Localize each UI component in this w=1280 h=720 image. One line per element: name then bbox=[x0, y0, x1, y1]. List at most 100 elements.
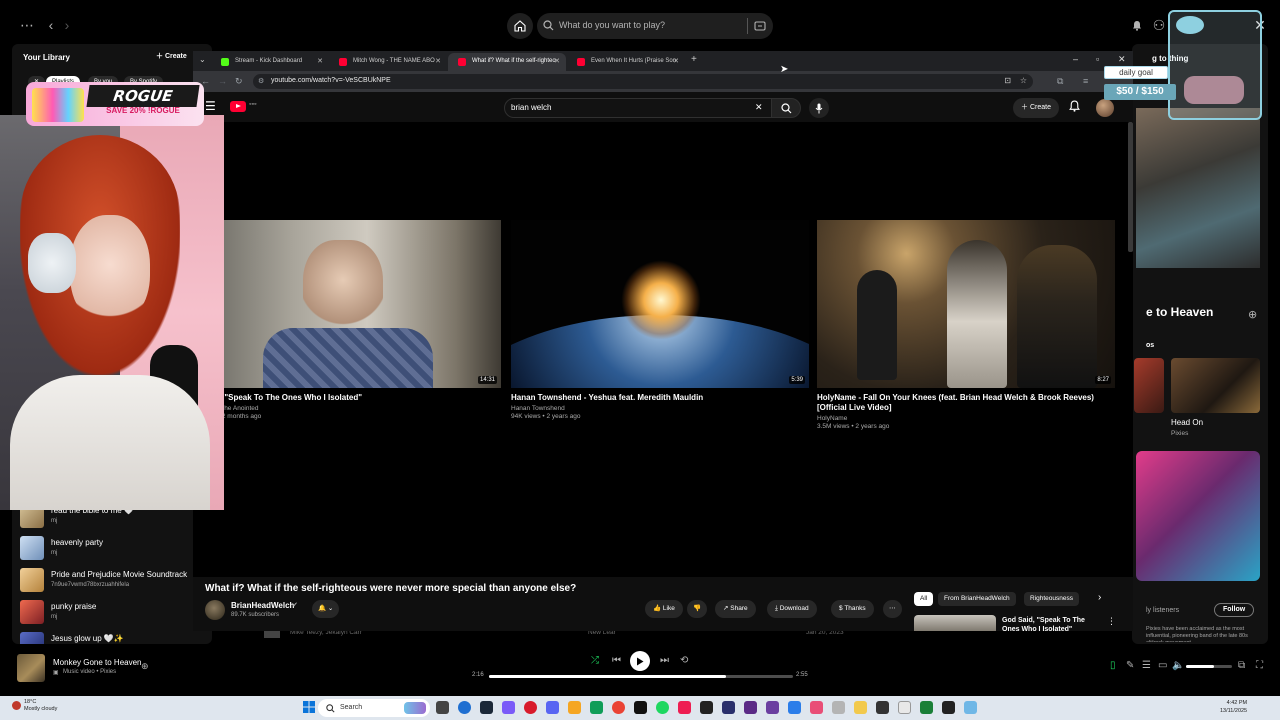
folder-icon[interactable] bbox=[568, 701, 581, 714]
site-info-icon[interactable]: ⚙ bbox=[258, 77, 264, 85]
youtube-logo[interactable] bbox=[230, 101, 246, 112]
previous-icon[interactable]: ⏮ bbox=[612, 655, 621, 666]
related-video-thumb[interactable] bbox=[1171, 358, 1260, 413]
app-icon[interactable] bbox=[744, 701, 757, 714]
chip-from-channel[interactable]: From BrianHeadWelch bbox=[938, 592, 1016, 606]
steam-icon[interactable] bbox=[480, 701, 493, 714]
notifications-icon[interactable] bbox=[1127, 15, 1147, 35]
end-screen-card[interactable]: 14:31 Said, "Speak To The Ones Who I Iso… bbox=[203, 220, 501, 420]
shuffle-icon[interactable]: ⤮ bbox=[591, 655, 599, 666]
subscription-bell-button[interactable]: 🔔 ⌄ bbox=[312, 600, 340, 618]
more-actions-button[interactable]: ⋯ bbox=[883, 600, 902, 618]
close-tab-icon[interactable]: ✕ bbox=[554, 57, 560, 65]
thanks-button[interactable]: $ Thanks bbox=[831, 600, 874, 618]
miniplayer-icon[interactable]: ⧉ bbox=[1238, 660, 1245, 671]
channel-avatar[interactable] bbox=[205, 600, 225, 620]
app-icon[interactable] bbox=[964, 701, 977, 714]
task-view-icon[interactable] bbox=[436, 701, 449, 714]
close-tab-icon[interactable]: ✕ bbox=[435, 57, 441, 65]
end-screen-card[interactable]: 8:27 HolyName - Fall On Your Knees (feat… bbox=[817, 220, 1115, 430]
end-screen-card[interactable]: 5:39 Hanan Townshend - Yeshua feat. Mere… bbox=[511, 220, 809, 420]
fullscreen-icon[interactable]: ⛶ bbox=[1256, 660, 1263, 671]
new-tab-icon[interactable]: + bbox=[691, 54, 697, 65]
menu-icon[interactable]: ☰ bbox=[205, 99, 216, 113]
repeat-icon[interactable]: ⟲ bbox=[680, 655, 688, 666]
app-icon[interactable] bbox=[920, 701, 933, 714]
reload-icon[interactable]: ↻ bbox=[235, 76, 243, 87]
app-icon[interactable] bbox=[876, 701, 889, 714]
tab-kick-dashboard[interactable]: Stream - Kick Dashboard ✕ bbox=[211, 53, 329, 71]
extensions-icon[interactable]: ⧉ bbox=[1057, 76, 1063, 87]
system-clock[interactable]: 4:42 PM 13/11/2025 bbox=[1220, 699, 1247, 715]
tiktok-icon[interactable] bbox=[678, 701, 691, 714]
home-button[interactable] bbox=[507, 13, 533, 39]
more-icon[interactable]: ⋯ bbox=[17, 15, 37, 35]
suggested-video-thumb[interactable] bbox=[914, 615, 996, 631]
library-item[interactable]: Pride and Prejudice Movie Soundtrack 7n9… bbox=[20, 566, 210, 594]
follow-button[interactable]: Follow bbox=[1214, 603, 1255, 617]
bookmark-icon[interactable]: ☆ bbox=[1020, 76, 1027, 85]
vscode-icon[interactable] bbox=[788, 701, 801, 714]
chip-righteousness[interactable]: Righteousness bbox=[1024, 592, 1079, 606]
tab-search-icon[interactable]: ⌄ bbox=[199, 55, 206, 64]
like-button[interactable]: 👍 Like bbox=[645, 600, 683, 618]
queue-icon[interactable]: ☰ bbox=[1142, 660, 1151, 671]
app-icon[interactable] bbox=[832, 701, 845, 714]
download-button[interactable]: ⤓ Download bbox=[767, 600, 817, 618]
maximize-icon[interactable]: ▫ bbox=[1096, 54, 1099, 64]
page-scrollbar[interactable] bbox=[1128, 122, 1133, 252]
app-icon[interactable] bbox=[590, 701, 603, 714]
add-to-liked-icon[interactable]: ⊕ bbox=[141, 661, 149, 672]
start-button[interactable] bbox=[303, 701, 315, 713]
edge-icon[interactable] bbox=[458, 701, 471, 714]
obs-icon[interactable] bbox=[524, 701, 537, 714]
play-button[interactable] bbox=[630, 651, 650, 671]
tab-mitch-wong[interactable]: Mitch Wong - THE NAME ABO ✕ bbox=[329, 53, 447, 71]
now-playing-view-icon[interactable]: ▯ bbox=[1110, 660, 1116, 671]
reading-list-icon[interactable]: ≡ bbox=[1083, 76, 1088, 86]
library-create-button[interactable]: ＋ Create bbox=[150, 50, 193, 64]
voice-search-button[interactable] bbox=[809, 98, 829, 118]
now-playing-cover[interactable] bbox=[17, 654, 45, 682]
youtube-create-button[interactable]: ＋ Create bbox=[1013, 98, 1059, 118]
tab-what-if[interactable]: What if? What if the self-righteo ✕ bbox=[448, 53, 566, 71]
app-icon[interactable] bbox=[942, 701, 955, 714]
url-input[interactable]: ⚙ youtube.com/watch?v=-VeSCBUkNPE ⊡ ☆ bbox=[253, 74, 1033, 89]
chip-all[interactable]: All bbox=[914, 592, 934, 606]
suggested-video-menu-icon[interactable]: ⋮ bbox=[1107, 616, 1116, 627]
lyrics-icon[interactable]: ✎ bbox=[1126, 660, 1134, 671]
next-icon[interactable]: ⏭ bbox=[660, 655, 669, 666]
app-icon[interactable] bbox=[766, 701, 779, 714]
youtube-search-input[interactable]: brian welch ✕ bbox=[504, 98, 787, 118]
browse-icon[interactable] bbox=[754, 20, 766, 32]
add-to-playlist-icon[interactable]: ⊕ bbox=[1248, 308, 1257, 321]
dislike-button[interactable]: 👎 bbox=[687, 600, 708, 618]
app-icon[interactable] bbox=[634, 701, 647, 714]
tab-even-when-it-hurts[interactable]: Even When It Hurts (Praise Son ✕ bbox=[567, 53, 685, 71]
suggested-video-title[interactable]: God Said, "Speak To The Ones Who I Isola… bbox=[1002, 616, 1102, 631]
close-window-icon[interactable]: ✕ bbox=[1118, 54, 1126, 65]
connect-device-icon[interactable]: ▭ bbox=[1158, 660, 1167, 671]
library-item[interactable]: heavenly party mj bbox=[20, 534, 210, 562]
library-item[interactable]: Jesus glow up 🤍✨ bbox=[20, 630, 210, 644]
app-icon[interactable] bbox=[854, 701, 867, 714]
chips-next-icon[interactable]: › bbox=[1098, 592, 1101, 603]
close-tab-icon[interactable]: ✕ bbox=[317, 57, 323, 65]
library-item[interactable]: punky praise mj bbox=[20, 598, 210, 626]
progress-bar[interactable] bbox=[489, 675, 793, 678]
close-tab-icon[interactable]: ✕ bbox=[673, 57, 679, 65]
volume-slider[interactable] bbox=[1186, 665, 1232, 668]
app-icon[interactable] bbox=[810, 701, 823, 714]
share-button[interactable]: ↗ Share bbox=[715, 600, 756, 618]
now-playing-title[interactable]: Monkey Gone to Heaven bbox=[53, 658, 142, 667]
app-icon[interactable] bbox=[700, 701, 713, 714]
video-player[interactable]: 14:31 Said, "Speak To The Ones Who I Iso… bbox=[193, 122, 1133, 577]
notifications-icon[interactable] bbox=[1069, 100, 1080, 112]
clear-search-icon[interactable]: ✕ bbox=[755, 102, 763, 113]
discord-icon[interactable] bbox=[546, 701, 559, 714]
friends-activity-icon[interactable]: ⚇ bbox=[1149, 15, 1169, 35]
app-icon[interactable] bbox=[502, 701, 515, 714]
youtube-search-button[interactable] bbox=[771, 98, 801, 118]
forward-icon[interactable]: › bbox=[57, 15, 77, 35]
spotify-icon[interactable] bbox=[656, 701, 669, 714]
